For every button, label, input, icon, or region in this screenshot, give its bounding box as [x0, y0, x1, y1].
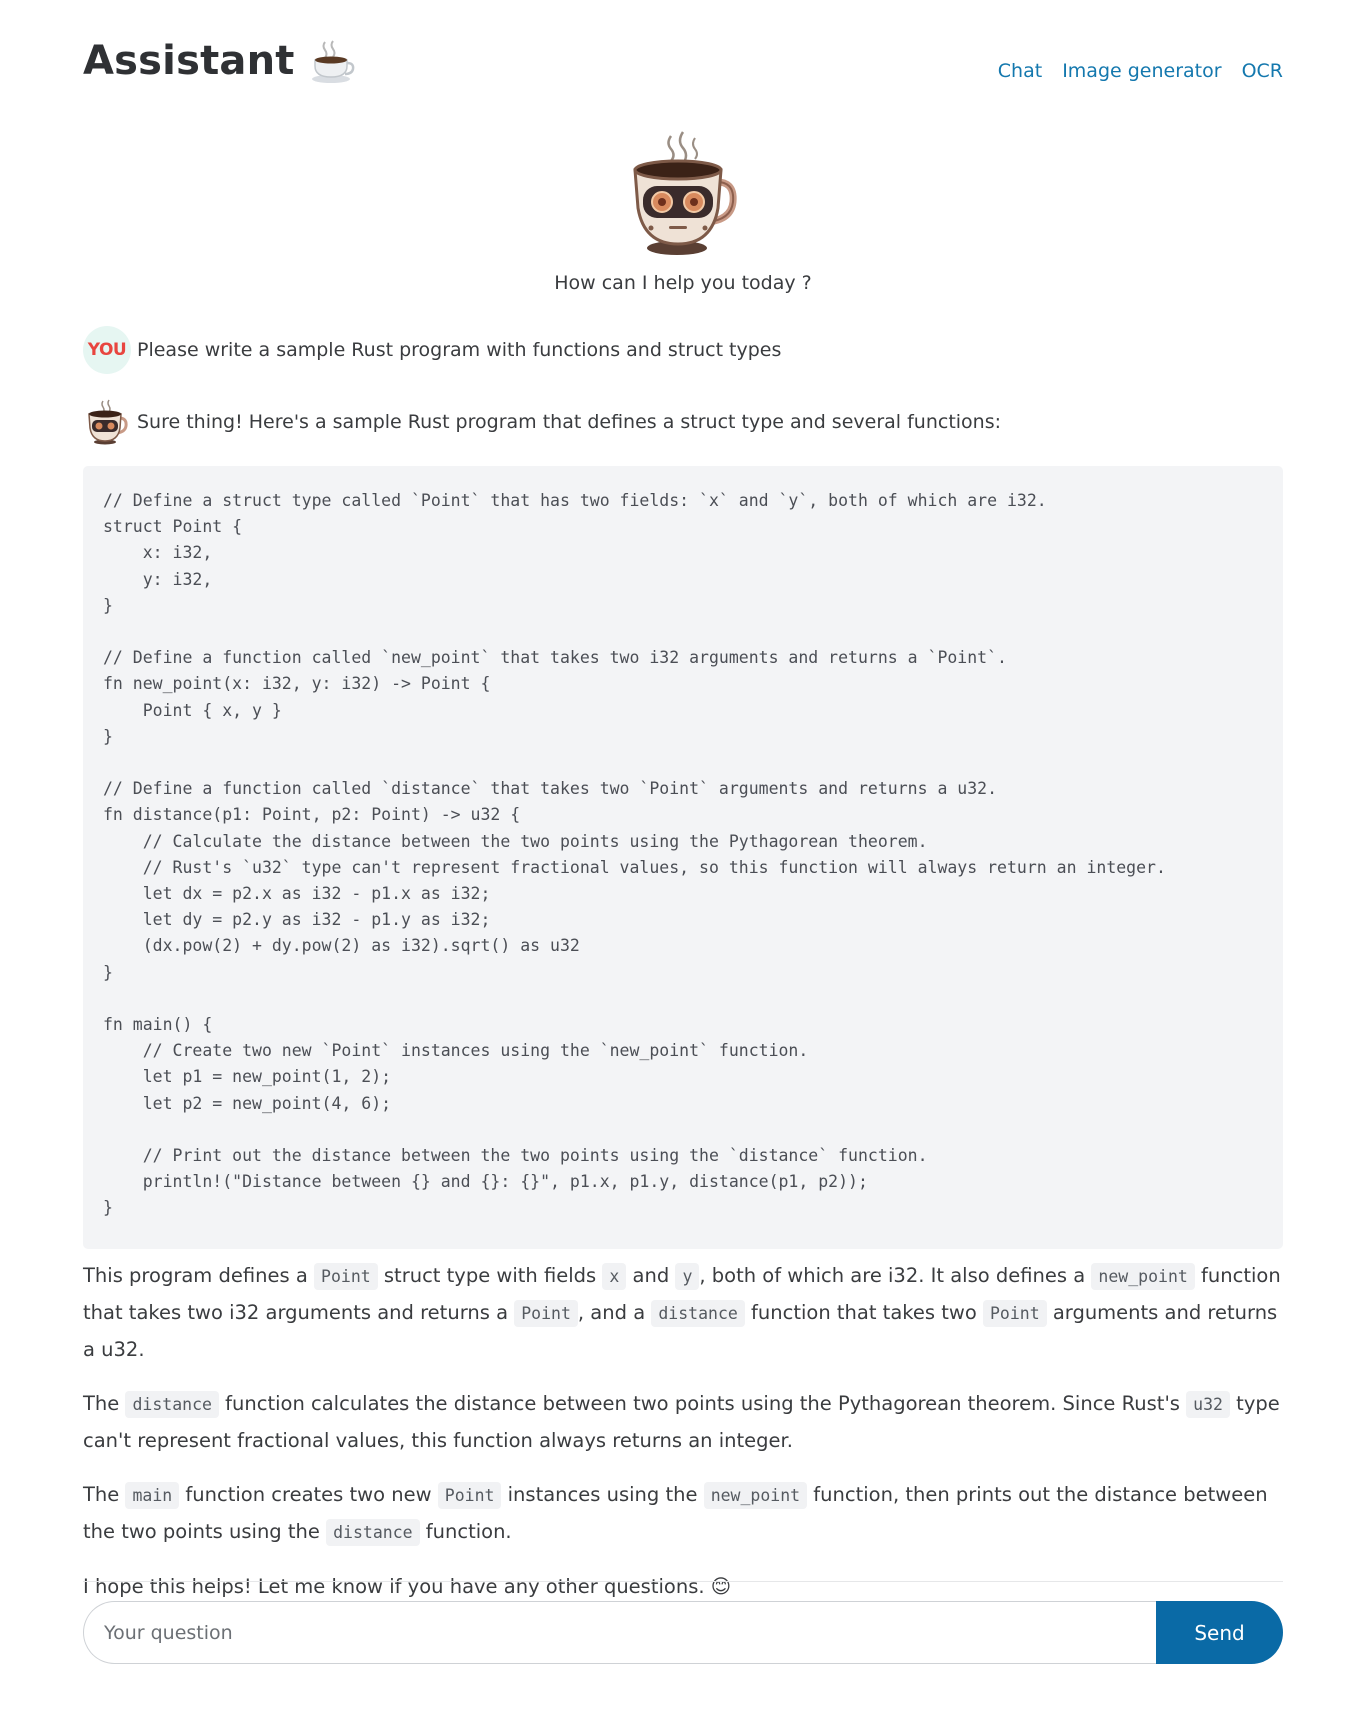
code-block: // Define a struct type called `Point` t… — [83, 466, 1283, 1249]
robot-coffee-cup-icon — [88, 399, 128, 445]
explanation-paragraph-4: I hope this helps! Let me know if you ha… — [83, 1569, 1283, 1605]
greeting-text: How can I help you today ? — [554, 272, 812, 294]
explanation-paragraph-2: The distance function calculates the dis… — [83, 1386, 1283, 1459]
assistant-intro-text: Sure thing! Here's a sample Rust program… — [137, 411, 1002, 433]
text-segment: function that takes two — [744, 1301, 983, 1324]
assistant-explanation: This program defines a Point struct type… — [83, 1258, 1283, 1623]
question-input[interactable] — [83, 1601, 1156, 1664]
user-avatar: YOU — [83, 326, 131, 374]
text-segment: The — [83, 1392, 126, 1415]
text-segment: function creates two new — [179, 1483, 438, 1506]
brand: Assistant — [83, 38, 355, 84]
text-segment: , and a — [577, 1301, 652, 1324]
page: Assistant Chat Image generator OCR How c… — [0, 0, 1365, 1724]
text-segment: The — [83, 1483, 126, 1506]
inline-code: y — [675, 1263, 700, 1290]
explanation-paragraph-1: This program defines a Point struct type… — [83, 1258, 1283, 1368]
inline-code: new_point — [1091, 1263, 1195, 1290]
nav-image-generator[interactable]: Image generator — [1062, 60, 1221, 82]
assistant-message-intro: Sure thing! Here's a sample Rust program… — [83, 398, 1001, 446]
inline-code: main — [125, 1482, 180, 1509]
text-segment: instances using the — [501, 1483, 704, 1506]
inline-code: Point — [982, 1300, 1047, 1327]
send-button[interactable]: Send — [1156, 1601, 1283, 1664]
text-segment: I hope this helps! Let me know if you ha… — [83, 1575, 732, 1598]
text-segment: struct type with fields — [377, 1264, 603, 1287]
top-nav: Chat Image generator OCR — [998, 60, 1283, 82]
question-form: Send — [83, 1601, 1283, 1664]
inline-code: u32 — [1186, 1391, 1230, 1418]
text-segment: and — [626, 1264, 676, 1287]
inline-code: Point — [514, 1300, 578, 1327]
text-segment: function calculates the distance between… — [218, 1392, 1187, 1415]
explanation-paragraph-3: The main function creates two new Point … — [83, 1477, 1283, 1551]
robot-coffee-cup-icon — [633, 131, 737, 255]
inline-code: distance — [326, 1519, 420, 1546]
header: Assistant Chat Image generator OCR — [83, 0, 1283, 110]
inline-code: distance — [125, 1391, 219, 1418]
text-segment: function. — [419, 1520, 512, 1543]
text-segment: This program defines a — [83, 1264, 315, 1287]
inline-code: new_point — [703, 1482, 808, 1509]
nav-ocr[interactable]: OCR — [1242, 60, 1283, 82]
brand-title: Assistant — [83, 38, 295, 84]
nav-chat[interactable]: Chat — [998, 60, 1042, 82]
inline-code: Point — [314, 1263, 378, 1290]
hero: How can I help you today ? — [83, 130, 1283, 294]
inline-code: x — [602, 1263, 627, 1290]
inline-code: Point — [437, 1482, 502, 1509]
divider — [83, 1581, 1283, 1582]
user-message-text: Please write a sample Rust program with … — [137, 339, 782, 361]
text-segment: , both of which are i32. It also defines… — [699, 1264, 1092, 1287]
coffee-cup-icon — [311, 40, 354, 83]
user-message: YOU Please write a sample Rust program w… — [83, 326, 781, 374]
main-container: Assistant Chat Image generator OCR How c… — [83, 0, 1283, 1664]
inline-code: distance — [651, 1300, 745, 1327]
